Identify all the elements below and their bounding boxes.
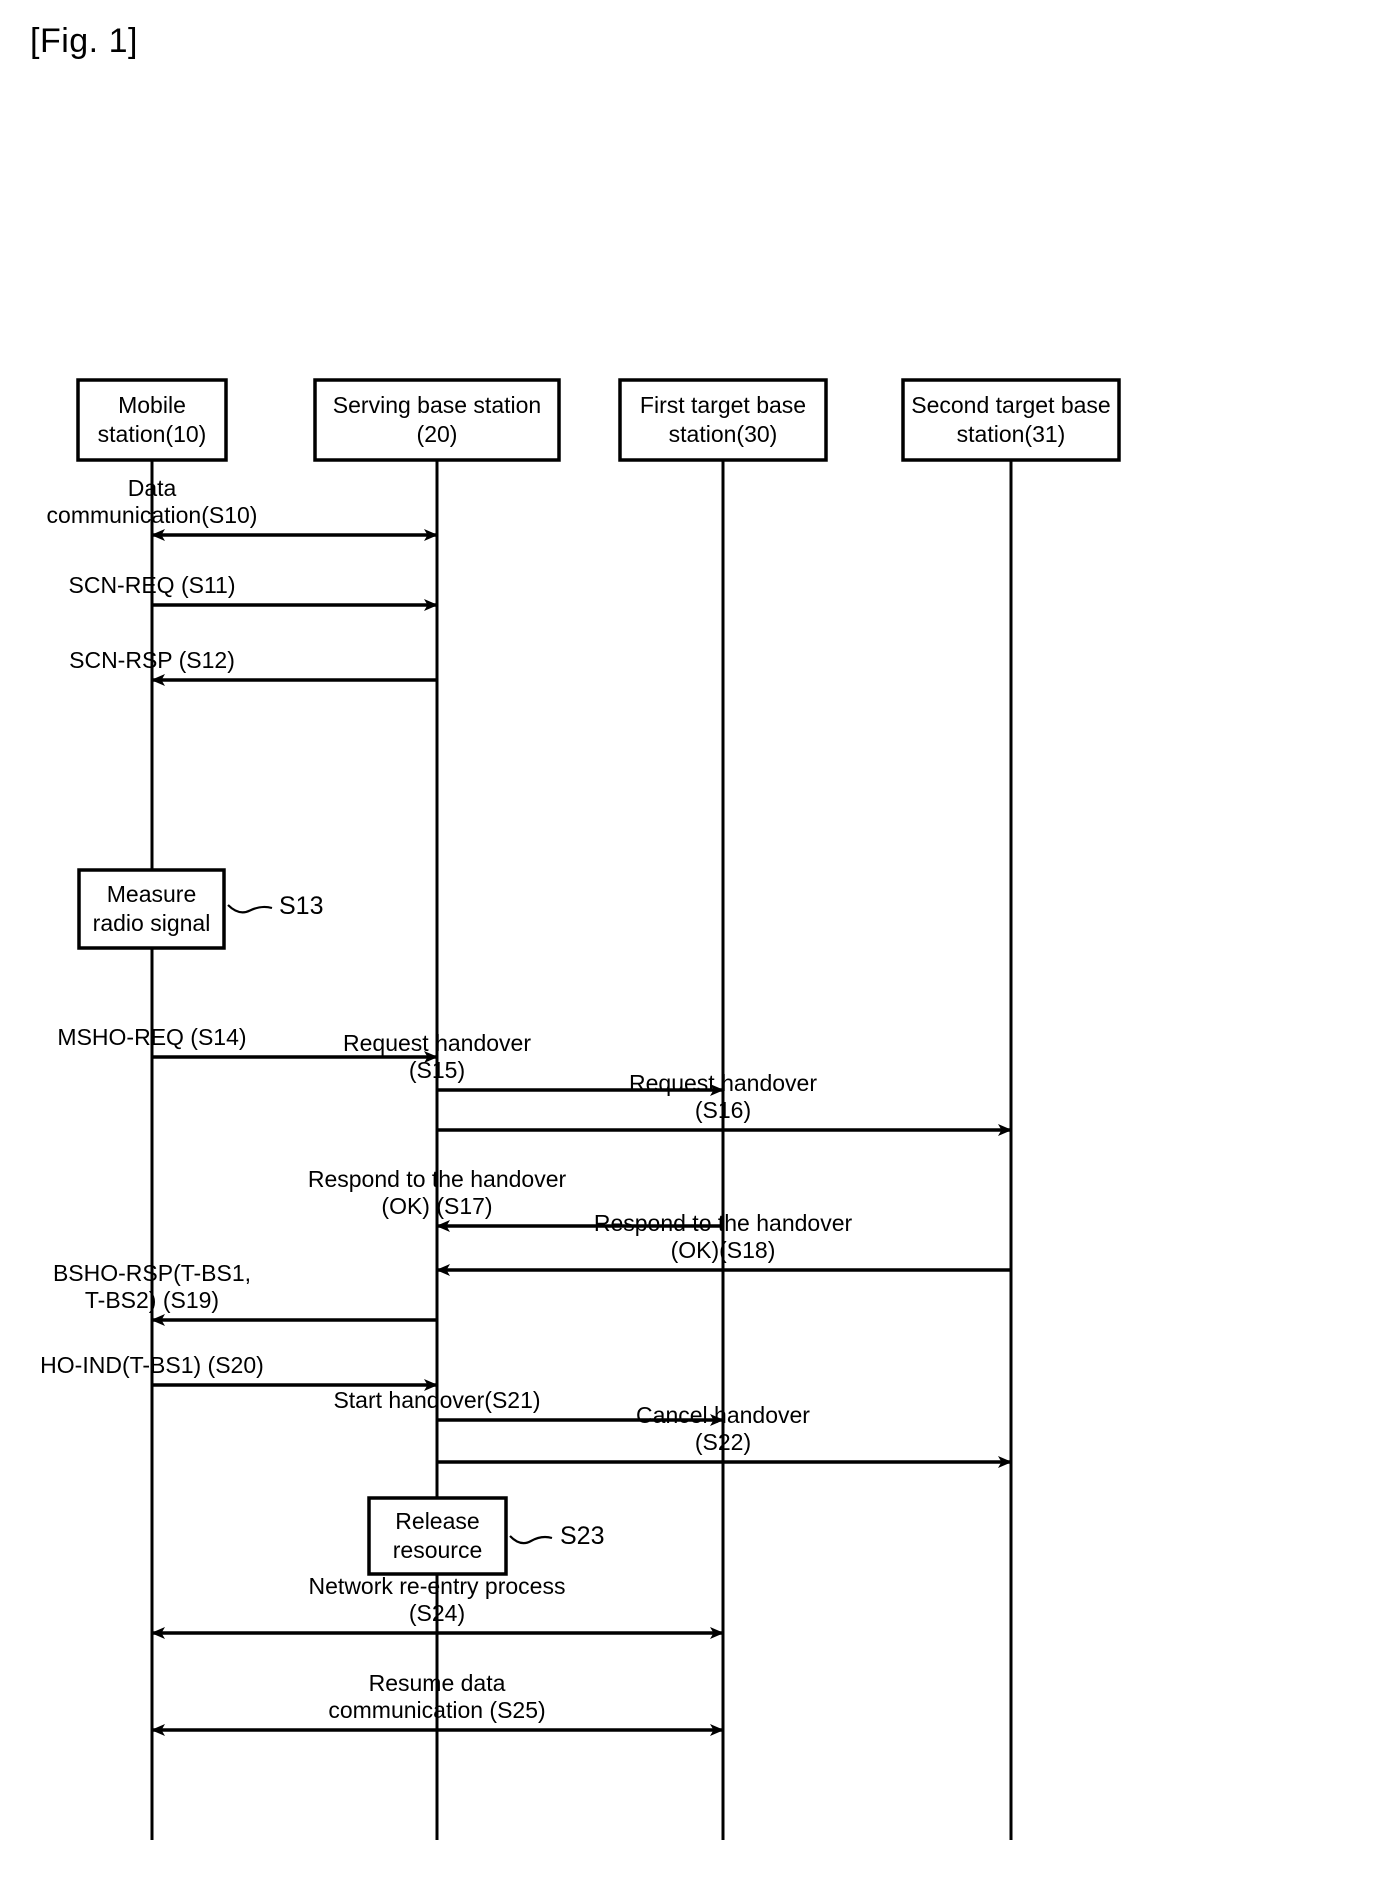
message-label-S19: BSHO-RSP(T-BS1, T-BS2) (S19) bbox=[52, 1260, 252, 1313]
participant-label-tbs1: First target base station(30) bbox=[639, 392, 807, 447]
message-label-S20: HO-IND(T-BS1) (S20) bbox=[40, 1352, 264, 1378]
step-label-S13: S13 bbox=[279, 892, 324, 920]
activity-label-S23: Release resource bbox=[392, 1508, 483, 1563]
leader-line-S13 bbox=[227, 904, 273, 914]
leader-line-S23 bbox=[509, 1535, 553, 1545]
participant-label-sbs: Serving base station (20) bbox=[332, 392, 542, 447]
message-label-S25: Resume data communication (S25) bbox=[328, 1670, 546, 1723]
step-label-S23: S23 bbox=[560, 1522, 605, 1550]
message-label-S24: Network re-entry process (S24) bbox=[308, 1573, 566, 1626]
participant-label-ms: Mobile station(10) bbox=[97, 392, 207, 447]
activity-label-S13: Measure radio signal bbox=[92, 881, 211, 936]
participant-label-tbs2: Second target base station(31) bbox=[911, 392, 1111, 447]
message-label-S16: Request handover (S16) bbox=[629, 1070, 817, 1123]
message-label-S18: Respond to the handover (OK)(S18) bbox=[593, 1210, 853, 1263]
message-label-S22: Cancel handover (S22) bbox=[636, 1402, 810, 1455]
message-label-S10: Data communication(S10) bbox=[46, 475, 258, 528]
message-label-S11: SCN-REQ (S11) bbox=[68, 572, 236, 598]
message-label-S12: SCN-RSP (S12) bbox=[69, 647, 235, 673]
